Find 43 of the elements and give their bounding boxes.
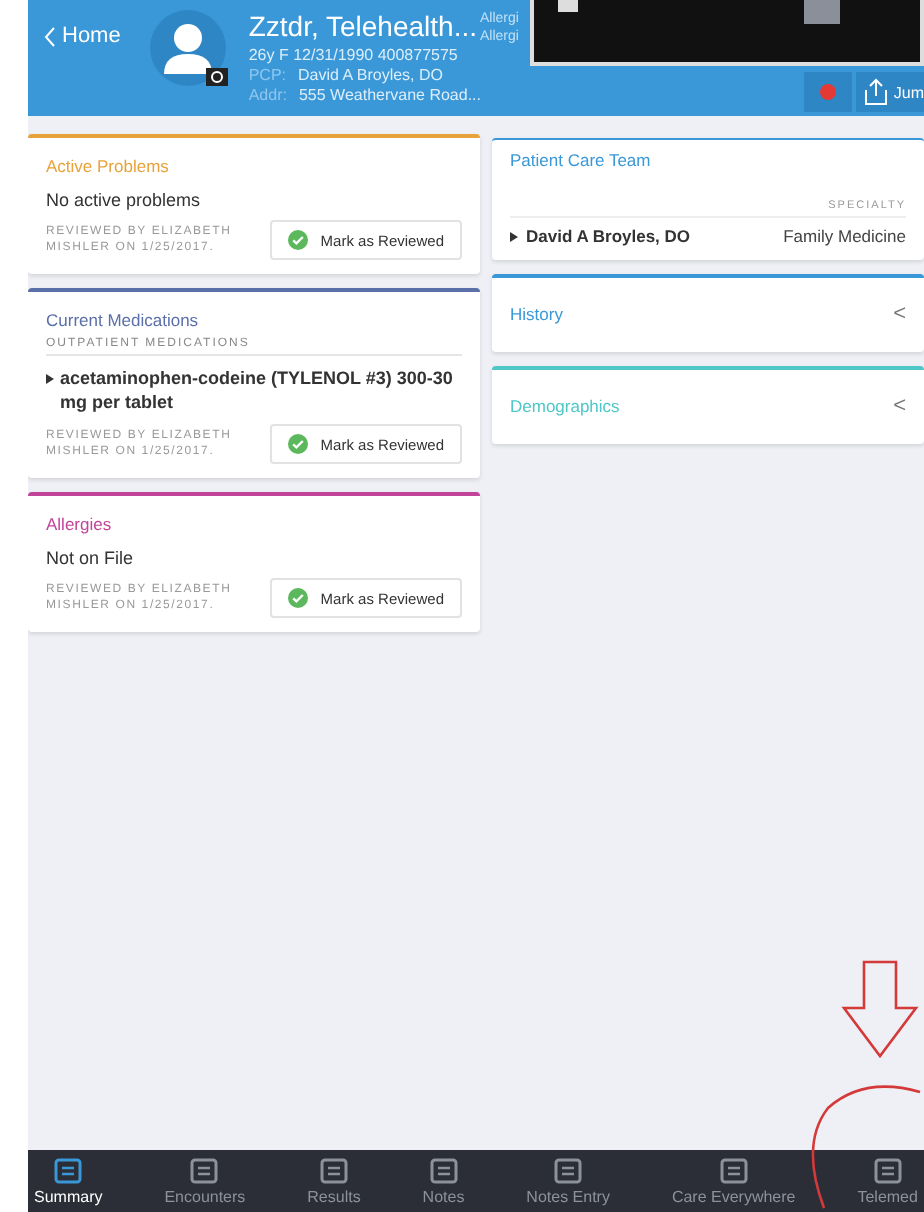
arrow-annotation bbox=[840, 960, 920, 1060]
patient-demographics: 26y F 12/31/1990 400877575 bbox=[248, 46, 460, 66]
expand-triangle-icon bbox=[510, 231, 518, 241]
patient-address: 555 Weathervane Road... bbox=[298, 86, 481, 106]
tab-icon bbox=[52, 1156, 85, 1184]
card-text: No active problems bbox=[46, 190, 203, 210]
card-title: Patient Care Team bbox=[510, 148, 653, 172]
tab-icon bbox=[317, 1156, 350, 1184]
card-text: Not on File bbox=[46, 548, 136, 568]
card-title[interactable]: History bbox=[510, 302, 563, 326]
expand-triangle-icon bbox=[46, 374, 54, 384]
tab-icon bbox=[717, 1156, 750, 1184]
tab[interactable]: Encounters bbox=[158, 1150, 252, 1212]
tab-icon bbox=[552, 1156, 585, 1184]
tab[interactable]: Notes bbox=[416, 1150, 471, 1212]
back-chevron-icon bbox=[44, 25, 56, 47]
tab[interactable]: Notes Entry bbox=[520, 1150, 616, 1212]
medication-name: acetaminophen-codeine (TYLENOL #3) 300-30 mg per tablet bbox=[60, 366, 455, 414]
care-team-member[interactable]: David A Broyles, DO bbox=[526, 226, 691, 246]
tab-icon bbox=[871, 1156, 904, 1184]
tab[interactable]: Summary bbox=[28, 1150, 109, 1212]
card-title: Active Problems bbox=[46, 154, 171, 178]
check-icon bbox=[288, 434, 309, 454]
specialty-text: Family Medicine bbox=[783, 226, 906, 246]
tab-icon bbox=[188, 1156, 221, 1184]
expand-chevron[interactable]: < bbox=[893, 394, 906, 418]
card-title: Allergies bbox=[46, 512, 114, 536]
pcp-label: PCP: bbox=[248, 66, 287, 86]
record-button[interactable] bbox=[803, 72, 852, 112]
check-icon bbox=[288, 230, 309, 250]
tab-icon bbox=[427, 1156, 460, 1184]
card-title: Current Medications bbox=[46, 308, 201, 332]
patient-name: Zztdr, Telehealth... bbox=[248, 8, 479, 46]
check-icon bbox=[288, 588, 309, 608]
address-label: Addr: bbox=[248, 86, 287, 106]
expand-chevron[interactable]: < bbox=[893, 302, 906, 326]
tab[interactable]: Care Everywhere bbox=[665, 1150, 802, 1212]
share-icon bbox=[863, 78, 888, 106]
home-button[interactable]: Home bbox=[44, 24, 121, 48]
pcp-name: David A Broyles, DO bbox=[298, 66, 443, 86]
tab[interactable]: Telemed bbox=[851, 1150, 924, 1212]
tab[interactable]: Results bbox=[301, 1150, 367, 1212]
jump-button[interactable]: Jum bbox=[855, 72, 924, 112]
